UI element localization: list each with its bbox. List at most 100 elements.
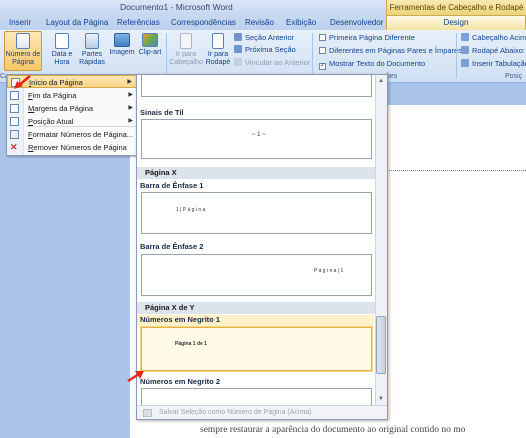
partes-rapidas-button[interactable]: Partes Rápidas — [76, 33, 108, 67]
ir-rodape-button[interactable]: Ir para Rodapé — [204, 33, 232, 67]
submenu-arrow-icon: ▶ — [127, 79, 132, 85]
menu-item-fim-pagina[interactable]: Fim da Página ▶ — [7, 89, 137, 102]
clip-art-icon — [142, 33, 158, 47]
format-numbers-icon — [10, 130, 19, 139]
gallery-title-barra-enfase-1: Barra de Ênfase 1 — [140, 181, 204, 190]
calendar-icon — [55, 33, 69, 49]
proxima-secao-label: Próxima Seção — [245, 45, 296, 54]
group-divider — [456, 33, 457, 78]
menu-label: im da Página — [32, 91, 77, 100]
tab-inserir[interactable]: Inserir — [9, 16, 31, 30]
picture-icon — [114, 33, 130, 47]
inserir-tab-label: Inserir Tabulação — [472, 59, 526, 68]
tab-layout[interactable]: Layout da Página — [46, 16, 108, 30]
numero-pagina-content: Número de Página — [4, 33, 42, 67]
goto-header-icon — [180, 33, 192, 49]
pares-impares-label: Diferentes em Páginas Pares e Ímpares — [329, 46, 462, 55]
menu-label: argens da Página — [34, 104, 94, 113]
gallery-title-numeros-negrito-2: Números em Negrito 2 — [140, 377, 221, 386]
gallery-thumb-numeros-negrito-2[interactable] — [141, 388, 372, 405]
menu-label: ormatar Números de Página... — [32, 130, 134, 139]
footer-label: Salvar Seleção como Número de Página (Ac… — [159, 409, 312, 416]
data-hora-button[interactable]: Data e Hora — [50, 33, 74, 67]
group-divider — [166, 33, 167, 78]
imagem-button[interactable]: Imagem — [109, 33, 135, 57]
page-bottom-icon — [10, 91, 19, 100]
tab-revisao[interactable]: Revisão — [245, 16, 274, 30]
secao-anterior-button[interactable]: Seção Anterior — [234, 33, 294, 43]
menu-separator — [26, 126, 136, 127]
save-selection-icon — [143, 409, 152, 417]
gallery-footer-save[interactable]: Salvar Seleção como Número de Página (Ac… — [137, 405, 387, 419]
gallery-category-pagina-x: Página X — [137, 167, 375, 179]
scroll-down-icon[interactable]: ▼ — [378, 396, 384, 402]
header-top-icon — [461, 33, 469, 41]
ir-cabecalho-button[interactable]: Ir para Cabeçalho — [169, 33, 203, 67]
header-boundary — [386, 170, 526, 171]
gallery-thumb-barra-enfase-2[interactable]: P á g i n a | 1 — [141, 254, 372, 296]
enfase2-sample: P á g i n a | 1 — [314, 268, 344, 274]
scroll-up-icon[interactable]: ▲ — [378, 78, 384, 84]
next-section-icon — [234, 45, 242, 53]
clip-art-label: Clip-art — [138, 49, 162, 56]
numero-pagina-label: Número de Página — [5, 51, 41, 66]
checkmark-icon: ✓ — [319, 63, 326, 70]
doc-line: sempre restaurar a aparência do document… — [200, 425, 466, 435]
red-arrow-icon — [14, 75, 31, 89]
cab-acima-label: Cabeçalho Acima — [472, 33, 526, 42]
gallery-thumb-top[interactable] — [141, 75, 372, 97]
gallery-thumb-barra-enfase-1[interactable]: 1 | P á g i n a — [141, 192, 372, 234]
footer-bottom-icon — [461, 46, 469, 54]
data-hora-label: Data e Hora — [51, 51, 73, 66]
vincular-anterior-button[interactable]: Vincular ao Anterior — [234, 58, 310, 68]
gallery-title-numeros-negrito-1: Números em Negrito 1 — [137, 315, 374, 327]
primeira-pagina-checkbox[interactable]: Primeira Página Diferente — [319, 33, 415, 43]
gallery-title-barra-enfase-2: Barra de Ênfase 2 — [140, 242, 204, 251]
gallery-thumb-numeros-negrito-1[interactable]: Página 1 de 1 — [141, 327, 372, 371]
page-margins-icon — [10, 104, 19, 113]
checkbox-icon — [319, 34, 326, 41]
group-label-posicao: Posiç — [505, 73, 523, 80]
gallery-thumb-sinais-til[interactable]: ~ 1 ~ — [141, 119, 372, 159]
inserir-tabulacao-button[interactable]: Inserir Tabulação — [461, 59, 526, 69]
menu-item-formatar-numeros[interactable]: Formatar Números de Página... — [7, 128, 137, 141]
tab-design[interactable]: Design — [386, 15, 526, 30]
tab-alignment-icon — [461, 59, 469, 67]
enfase1-sample: 1 | P á g i n a — [176, 207, 206, 213]
menu-label: nício da Página — [31, 78, 83, 87]
cabecalho-acima-control[interactable]: Cabeçalho Acima — [461, 33, 526, 43]
ir-cabecalho-label: Ir para Cabeçalho — [169, 51, 203, 66]
group-divider — [312, 33, 313, 78]
gallery-category-pagina-x-de-y: Página X de Y — [137, 302, 375, 314]
tab-correspondencias[interactable]: Correspondências — [171, 16, 236, 30]
tab-exibicao[interactable]: Exibição — [286, 16, 316, 30]
pares-impares-checkbox[interactable]: Diferentes em Páginas Pares e Ímpares — [319, 46, 462, 56]
remove-x-icon: ✕ — [10, 142, 18, 152]
clip-art-button[interactable]: Clip-art — [136, 33, 164, 57]
page-number-icon — [16, 33, 30, 49]
contextual-tools-label: Ferramentas de Cabeçalho e Rodapé — [386, 0, 526, 15]
red-arrow-icon — [127, 371, 144, 383]
partes-rapidas-label: Partes Rápidas — [79, 51, 105, 66]
menu-label: emover Números de Página — [33, 143, 127, 152]
menu-item-margens-pagina[interactable]: Margens da Página ▶ — [7, 102, 137, 115]
tab-referencias[interactable]: Referências — [117, 16, 160, 30]
ir-rodape-label: Ir para Rodapé — [205, 51, 231, 66]
rodape-abaixo-control[interactable]: Rodapé Abaixo: — [461, 46, 525, 56]
scrollbar-thumb[interactable] — [376, 316, 386, 374]
primeira-pagina-label: Primeira Página Diferente — [329, 33, 415, 42]
mostrar-texto-checkbox[interactable]: ✓ Mostrar Texto do Documento — [319, 59, 425, 70]
imagem-label: Imagem — [109, 49, 135, 56]
submenu-arrow-icon: ▶ — [128, 105, 133, 111]
rod-abaixo-label: Rodapé Abaixo: — [472, 46, 525, 55]
gallery-title-sinais-til: Sinais de Til — [140, 108, 184, 117]
negrito1-sample: Página 1 de 1 — [175, 341, 207, 347]
checkbox-icon — [319, 47, 326, 54]
menu-item-remover-numeros[interactable]: ✕ Remover Números de Página — [7, 141, 137, 154]
tab-desenvolvedor[interactable]: Desenvolvedor — [330, 16, 383, 30]
proxima-secao-button[interactable]: Próxima Seção — [234, 45, 296, 55]
previous-section-icon — [234, 33, 242, 41]
til-sample: ~ 1 ~ — [252, 132, 266, 138]
mostrar-texto-label: Mostrar Texto do Documento — [329, 59, 426, 68]
quick-parts-icon — [85, 33, 99, 49]
